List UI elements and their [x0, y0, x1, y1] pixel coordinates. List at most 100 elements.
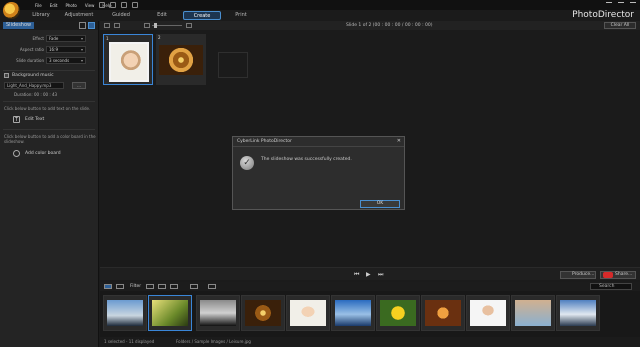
- slide-duration-label: Slide duration: [16, 58, 44, 63]
- sort-icon[interactable]: [190, 284, 198, 289]
- effect-select[interactable]: Fade: [46, 35, 86, 42]
- divider: [3, 129, 95, 130]
- filmstrip-item[interactable]: [103, 295, 147, 331]
- slide-info: Slide 1 of 2 (00 : 00 : 00 / 00 : 00 : 0…: [346, 23, 433, 28]
- edit-text-label[interactable]: Edit Text: [25, 117, 44, 122]
- aspect-ratio-row: Aspect ratio 16:9: [0, 46, 99, 54]
- checkmark-icon: ✓: [240, 156, 254, 170]
- close-button[interactable]: [630, 2, 636, 7]
- empty-slide-placeholder[interactable]: [218, 52, 248, 78]
- photo-thumbnail: [470, 300, 506, 326]
- slide-1[interactable]: 1: [103, 34, 153, 85]
- home-icon[interactable]: [99, 2, 105, 8]
- quick-toolbar: [99, 2, 138, 8]
- search-placeholder: Search: [599, 284, 615, 289]
- filter-bar: Filter Search: [100, 282, 640, 291]
- music-duration: Duration: 00 : 00 : 43: [14, 92, 58, 97]
- slide-duration-select[interactable]: 3 seconds: [46, 57, 86, 64]
- slide-thumbnail: [109, 42, 149, 82]
- filmstrip-item[interactable]: [148, 295, 192, 331]
- slide-2[interactable]: 2: [156, 34, 206, 85]
- redo-icon[interactable]: [121, 2, 127, 8]
- next-icon[interactable]: ⏭: [378, 271, 383, 279]
- share-button[interactable]: Share...: [600, 271, 636, 279]
- module-tabs: Library Adjustment Guided Edit Create Pr…: [0, 11, 640, 21]
- filmstrip: [100, 291, 640, 337]
- effect-label: Effect: [32, 36, 44, 41]
- flag-filter-icon[interactable]: [146, 284, 154, 289]
- tab-guided[interactable]: Guided: [111, 11, 131, 20]
- dialog-title: CyberLink PhotoDirector: [237, 139, 292, 144]
- color-filter-icon[interactable]: [170, 284, 178, 289]
- color-board-icon[interactable]: [13, 150, 20, 157]
- clear-all-button[interactable]: Clear All: [604, 22, 636, 29]
- slideshow-edit-icon[interactable]: [88, 22, 95, 29]
- filmstrip-view-icon[interactable]: [104, 284, 112, 289]
- filmstrip-item[interactable]: [511, 295, 555, 331]
- thumbnail-size-small-icon: [144, 23, 150, 28]
- slider-handle[interactable]: [154, 23, 157, 28]
- menu-file[interactable]: File: [35, 3, 42, 8]
- filmstrip-item[interactable]: [331, 295, 375, 331]
- photo-thumbnail: [425, 300, 461, 326]
- filmstrip-item[interactable]: [556, 295, 600, 331]
- list-view-icon[interactable]: [114, 23, 120, 28]
- rating-filter-icon[interactable]: [158, 284, 166, 289]
- tab-create[interactable]: Create: [183, 11, 221, 20]
- panel-header: Slideshow: [0, 21, 98, 30]
- maximize-button[interactable]: [618, 2, 624, 7]
- menu-view[interactable]: View: [85, 3, 95, 8]
- undo-icon[interactable]: [110, 2, 116, 8]
- photo-thumbnail: [515, 300, 551, 326]
- filmstrip-item[interactable]: [196, 295, 240, 331]
- share-icon: [603, 272, 613, 278]
- add-color-board-label[interactable]: Add color board: [25, 151, 61, 156]
- tab-library[interactable]: Library: [30, 11, 52, 20]
- menu-edit[interactable]: Edit: [50, 3, 58, 8]
- filmstrip-item[interactable]: [241, 295, 285, 331]
- dialog-close-icon[interactable]: ✕: [397, 138, 401, 144]
- edit-text-icon[interactable]: T: [13, 116, 20, 123]
- slide-number: 2: [158, 35, 161, 40]
- playback-bar: ⏮ ▶ ⏭ Produce... Share...: [100, 267, 640, 280]
- browse-music-button[interactable]: ...: [72, 82, 86, 89]
- slideshow-view-icon[interactable]: [79, 22, 86, 29]
- menu-photo[interactable]: Photo: [65, 3, 76, 8]
- photo-thumbnail: [335, 300, 371, 326]
- filmstrip-item[interactable]: [466, 295, 510, 331]
- thumbnail-size-large-icon: [186, 23, 192, 28]
- tab-print[interactable]: Print: [231, 11, 251, 20]
- aspect-ratio-select[interactable]: 16:9: [46, 46, 86, 53]
- play-icon[interactable]: ▶: [366, 271, 371, 278]
- filmstrip-item[interactable]: [286, 295, 330, 331]
- previous-icon[interactable]: ⏮: [354, 271, 359, 279]
- photo-thumbnail: [245, 300, 281, 326]
- music-file-field[interactable]: Light_And_Happy.mp3: [4, 82, 64, 89]
- grid-view-icon[interactable]: [116, 284, 124, 289]
- grid-view-icon[interactable]: [104, 23, 110, 28]
- share-label: Share...: [615, 272, 633, 277]
- background-music-checkbox[interactable]: [4, 73, 9, 78]
- tab-edit[interactable]: Edit: [152, 11, 172, 20]
- filmstrip-item[interactable]: [421, 295, 465, 331]
- status-bar: 1 selected - 11 displayed Folders / Samp…: [100, 337, 640, 347]
- background-music-label: Background music: [12, 73, 54, 78]
- left-panel: Slideshow Effect Fade Aspect ratio 16:9 …: [0, 21, 99, 347]
- slide-number: 1: [106, 36, 109, 41]
- title-bar: File Edit Photo View Help: [0, 0, 640, 19]
- window-controls: [606, 2, 636, 7]
- produce-button[interactable]: Produce...: [560, 271, 596, 279]
- photo-thumbnail: [560, 300, 596, 326]
- minimize-button[interactable]: [606, 2, 612, 7]
- selection-status: 1 selected - 11 displayed: [104, 339, 155, 344]
- tab-adjustment[interactable]: Adjustment: [64, 11, 94, 20]
- search-input[interactable]: Search: [590, 283, 632, 290]
- settings-icon[interactable]: [132, 2, 138, 8]
- panel-title: Slideshow: [3, 22, 35, 29]
- photo-thumbnail: [200, 300, 236, 326]
- produce-label: Produce...: [572, 272, 595, 277]
- filmstrip-item[interactable]: [376, 295, 420, 331]
- storyboard-toolbar: Slide 1 of 2 (00 : 00 : 00 / 00 : 00 : 0…: [100, 21, 640, 30]
- ok-button[interactable]: OK: [360, 200, 400, 208]
- tag-icon[interactable]: [208, 284, 216, 289]
